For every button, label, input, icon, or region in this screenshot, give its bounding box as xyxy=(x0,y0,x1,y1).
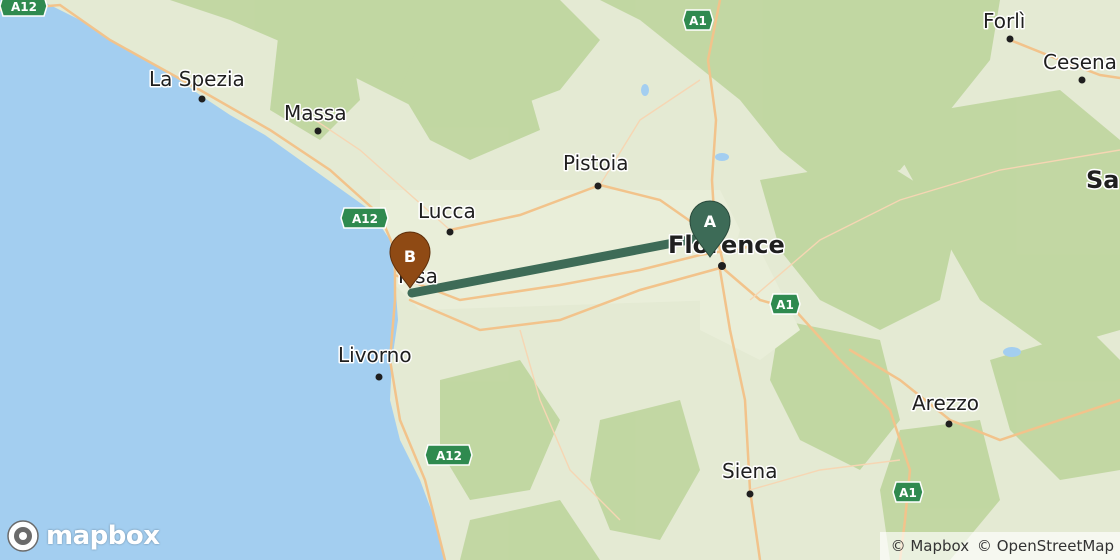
svg-text:A12: A12 xyxy=(352,212,378,226)
attribution-osm-link[interactable]: © OpenStreetMap xyxy=(977,537,1114,555)
highway-shield-a1-south: A1 xyxy=(892,481,924,503)
city-label-massa: Massa xyxy=(284,101,347,125)
city-label-lucca: Lucca xyxy=(418,199,476,223)
map-attribution: © Mapbox © OpenStreetMap xyxy=(879,532,1120,560)
map-canvas[interactable]: Forlì Cesena La Spezia Massa Pistoia Luc… xyxy=(0,0,1120,560)
highway-shield-a12-north: A12 xyxy=(0,0,48,17)
city-label-pistoia: Pistoia xyxy=(563,151,629,175)
marker-b-label: B xyxy=(404,247,416,266)
city-label-cesena: Cesena xyxy=(1043,50,1117,74)
svg-text:A12: A12 xyxy=(436,449,462,463)
marker-a-label: A xyxy=(704,212,717,231)
svg-text:A1: A1 xyxy=(776,298,794,312)
city-label-livorno: Livorno xyxy=(338,343,412,367)
city-label-la-spezia: La Spezia xyxy=(149,67,245,91)
attribution-mapbox-link[interactable]: © Mapbox xyxy=(891,537,970,555)
mapbox-logo[interactable]: mapbox xyxy=(6,516,160,556)
svg-text:A1: A1 xyxy=(899,486,917,500)
highway-shield-a1-north: A1 xyxy=(682,9,714,31)
city-label-forli: Forlì xyxy=(983,9,1025,33)
city-label-sa: Sa xyxy=(1086,166,1119,194)
highway-shield-a12-lucca: A12 xyxy=(340,207,389,229)
highway-shield-a12-south: A12 xyxy=(424,444,473,466)
mapbox-logo-text: mapbox xyxy=(46,521,160,551)
mapbox-logo-icon xyxy=(7,520,39,552)
svg-text:A1: A1 xyxy=(689,14,707,28)
highway-shield-a1-florence: A1 xyxy=(769,293,801,315)
svg-text:A12: A12 xyxy=(11,0,37,14)
city-label-arezzo: Arezzo xyxy=(912,391,979,415)
city-label-siena: Siena xyxy=(722,459,778,483)
